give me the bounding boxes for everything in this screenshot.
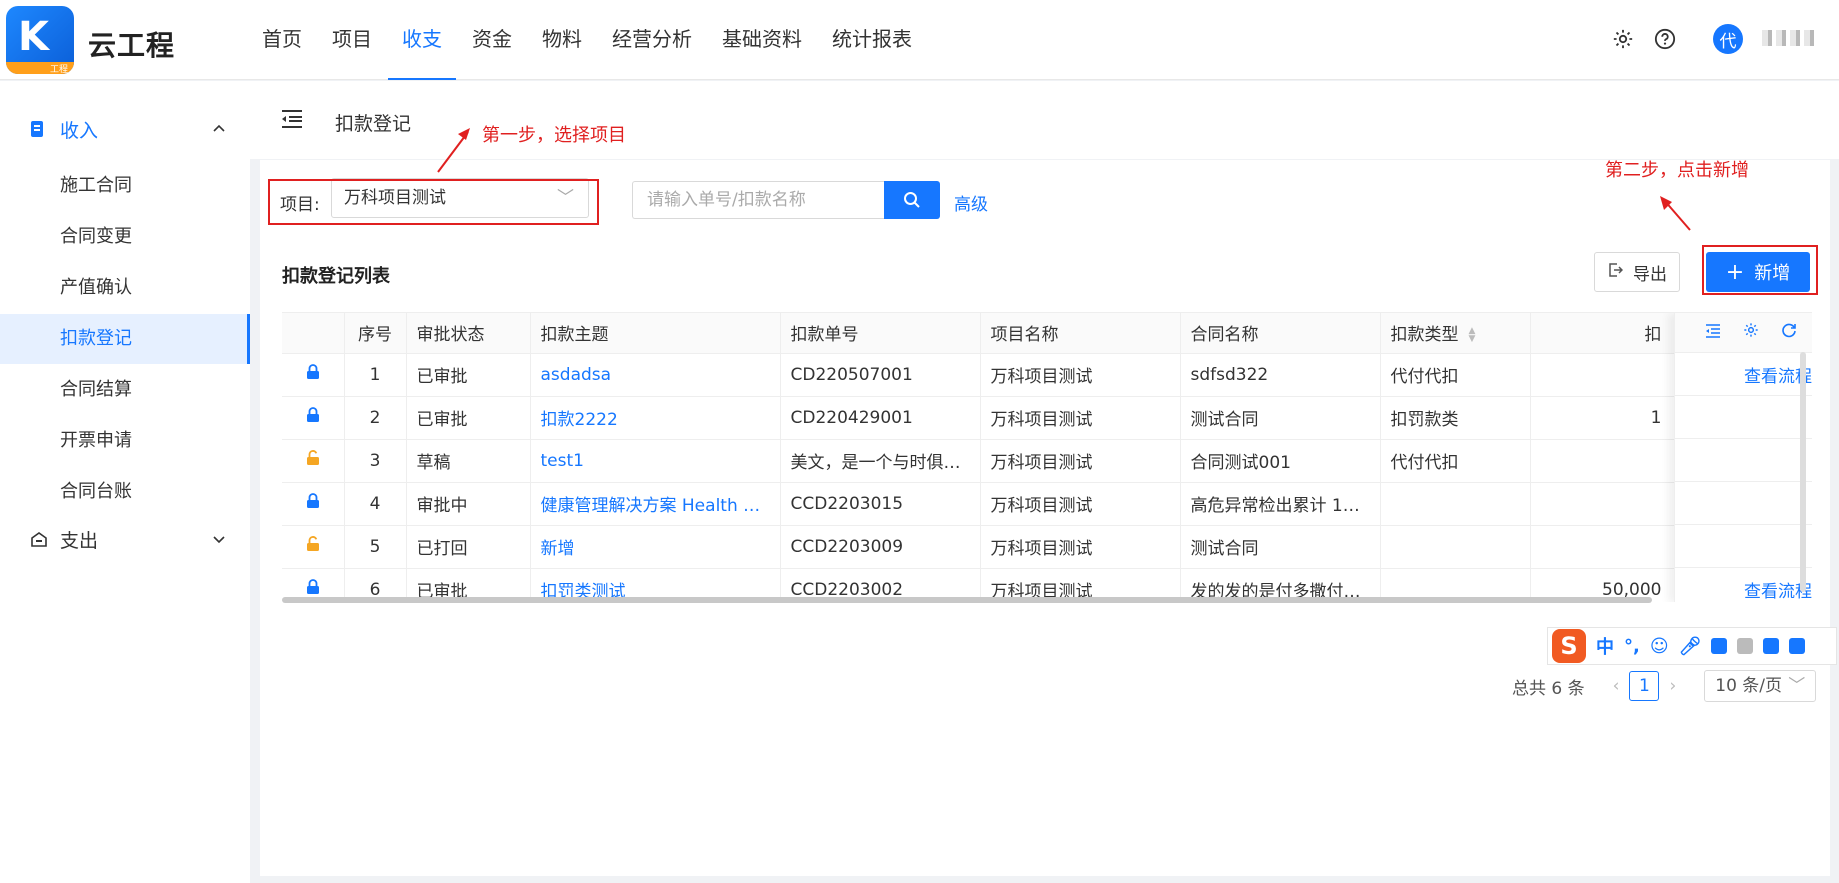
- emoji-icon[interactable]: ☺: [1650, 636, 1669, 657]
- annotation-arrows: [437, 128, 1691, 231]
- sogou-ime-logo[interactable]: S: [1552, 629, 1586, 663]
- skin-shirt-icon[interactable]: [1763, 638, 1780, 654]
- user-icon[interactable]: [1737, 638, 1754, 654]
- toolbox-grid-icon[interactable]: [1789, 638, 1806, 654]
- microphone-icon[interactable]: 🎤︎: [1679, 636, 1702, 657]
- keyboard-icon[interactable]: [1711, 638, 1728, 654]
- ime-mode-chinese[interactable]: 中: [1596, 633, 1614, 659]
- ime-toolbar[interactable]: S 中 °, ☺ 🎤︎: [1547, 627, 1837, 665]
- ime-punctuation[interactable]: °,: [1624, 636, 1640, 657]
